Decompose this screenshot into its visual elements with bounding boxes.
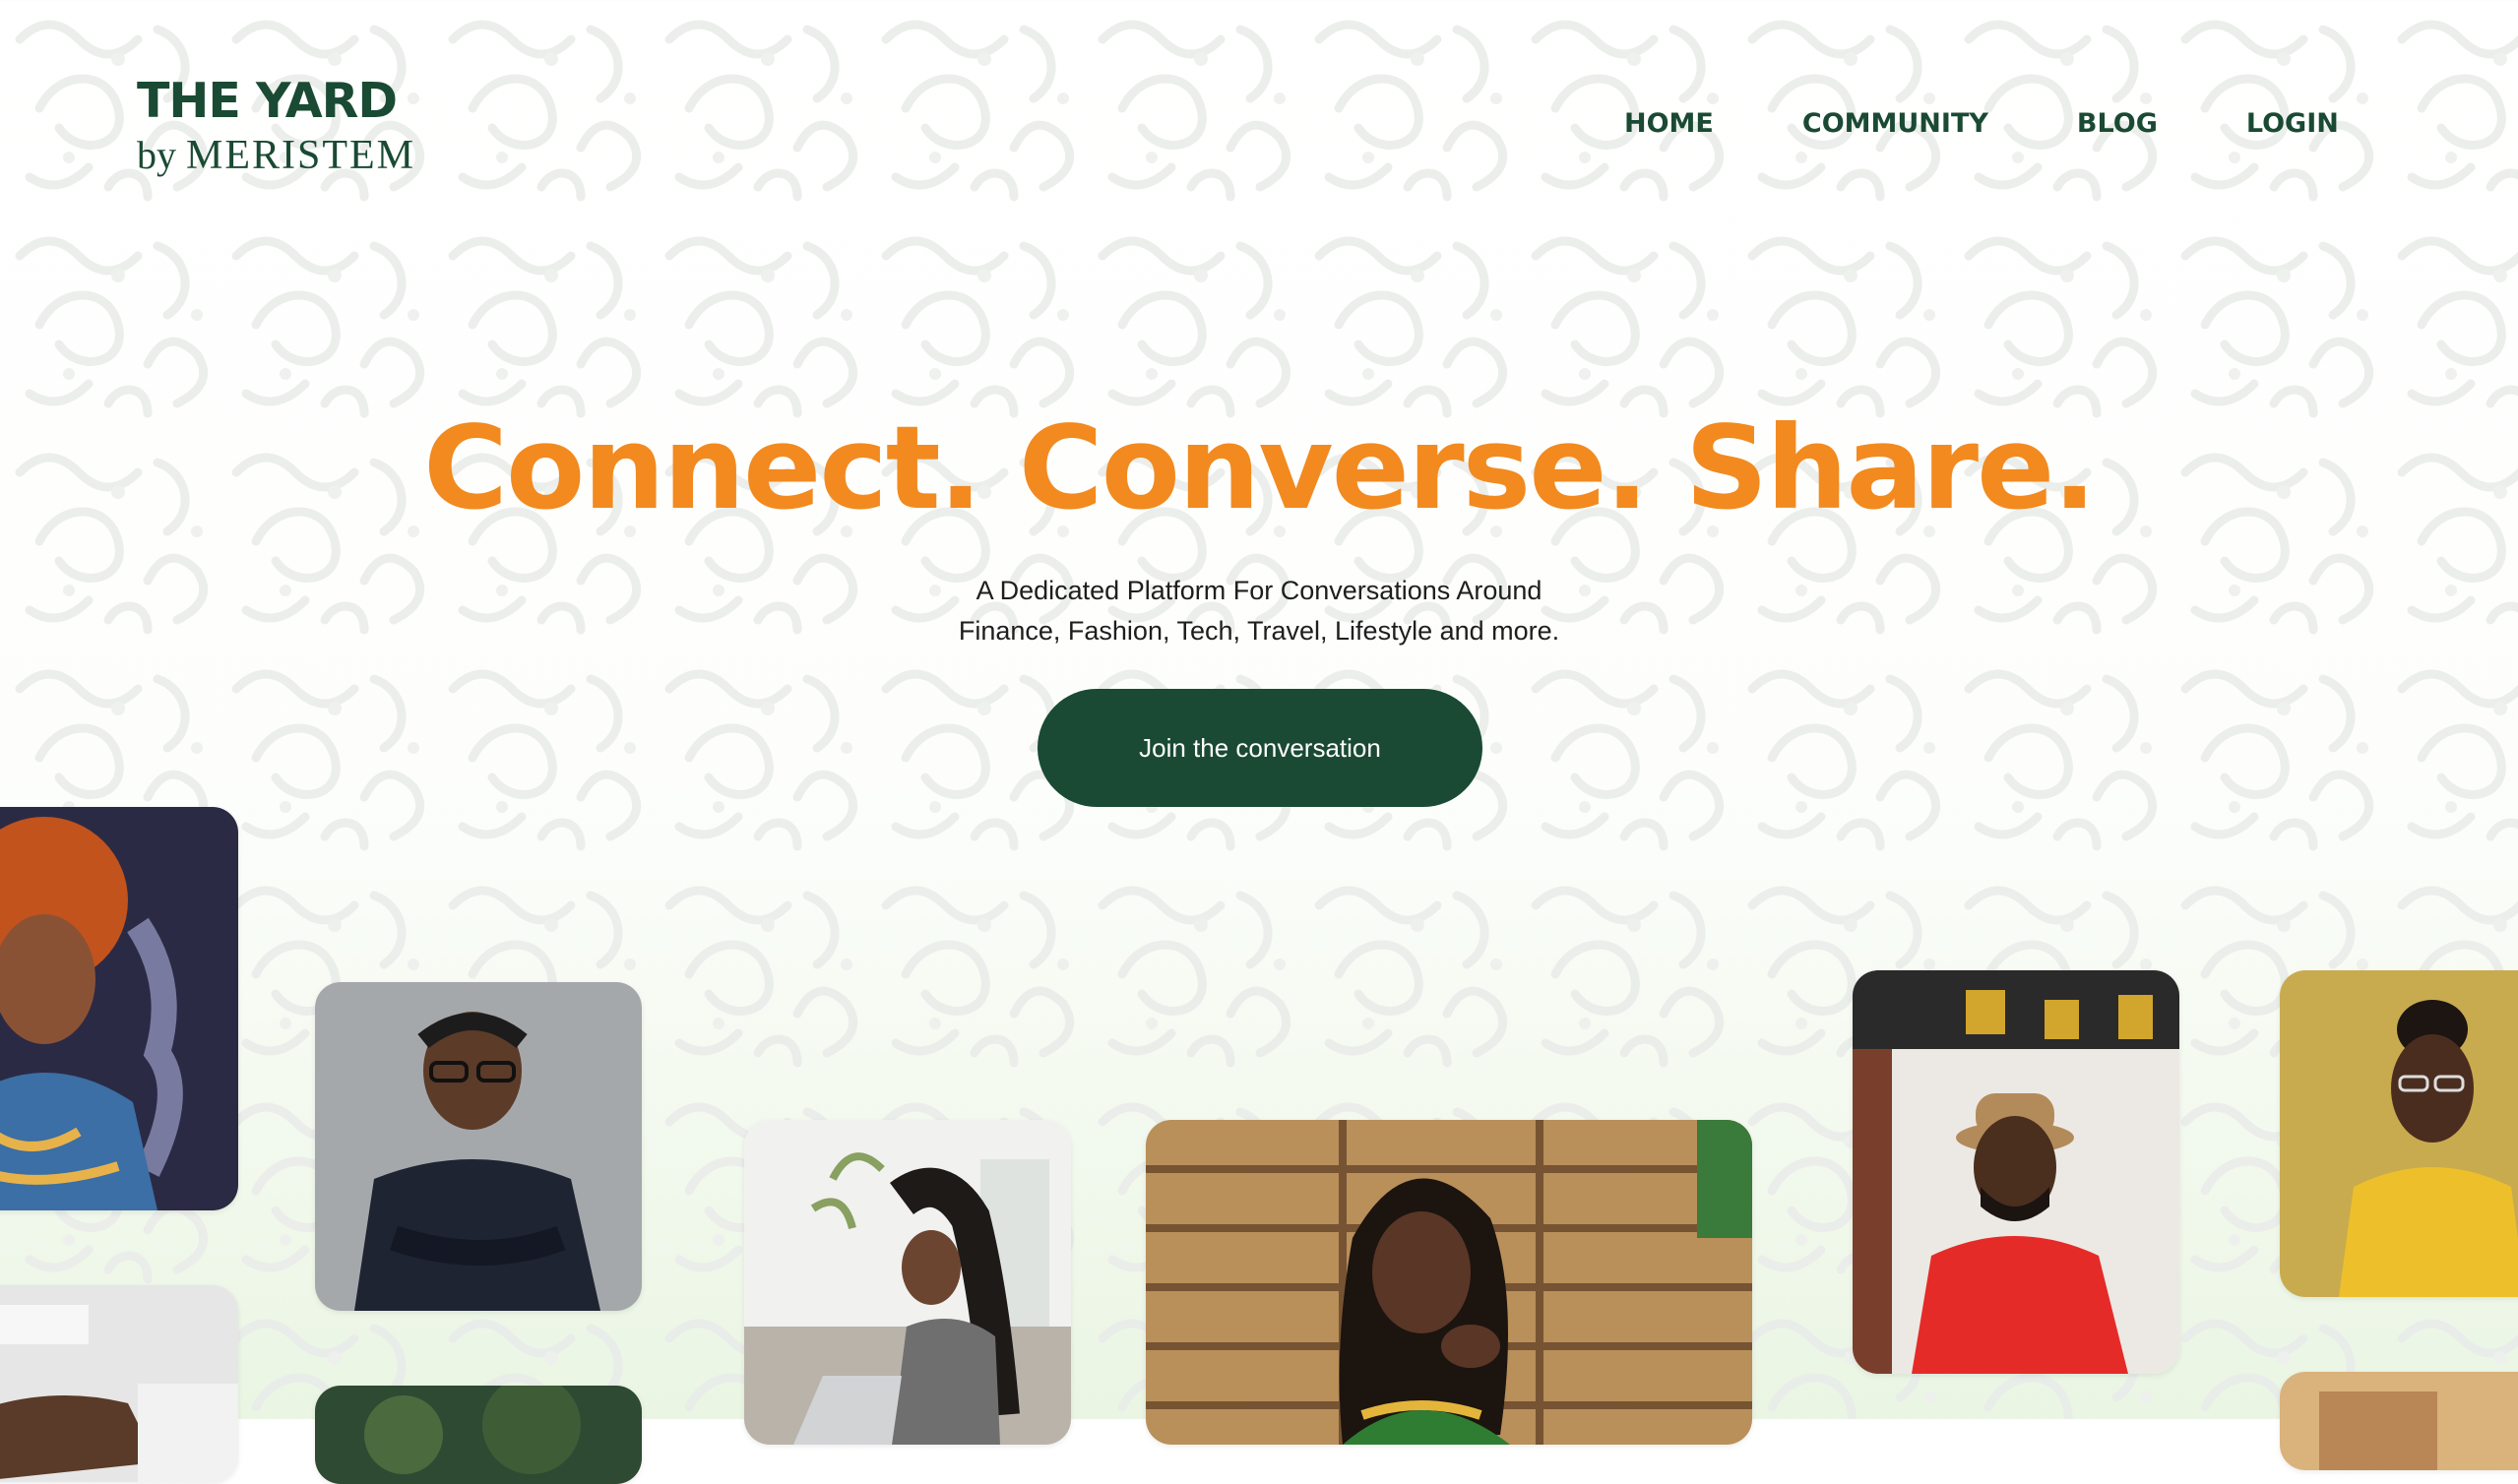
man-hat-red-shirt-photo bbox=[1853, 970, 2179, 1374]
nav-home[interactable]: HOME bbox=[1624, 108, 1714, 139]
hero-subtitle: A Dedicated Platform For Conversations A… bbox=[0, 571, 2518, 651]
woman-red-afro-photo bbox=[0, 807, 238, 1210]
main-nav: HOME COMMUNITY BLOG LOGIN bbox=[1624, 108, 2339, 139]
site-logo[interactable]: THE YARD by MERISTEM bbox=[137, 77, 415, 176]
plant-photo bbox=[315, 1386, 642, 1484]
nav-login[interactable]: LOGIN bbox=[2246, 108, 2339, 139]
hero-headline: Connect. Converse. Share. bbox=[423, 401, 2097, 535]
logo-title: THE YARD bbox=[137, 73, 398, 129]
woman-yellow-sweater-photo bbox=[2280, 970, 2518, 1297]
woman-laptop-sofa-photo bbox=[744, 1120, 1071, 1445]
hero-subtitle-line2: Finance, Fashion, Tech, Travel, Lifestyl… bbox=[958, 616, 1560, 646]
logo-by: by bbox=[137, 133, 176, 177]
woman-braids-smiling-photo bbox=[1146, 1120, 1752, 1445]
logo-brand-name: MERISTEM bbox=[186, 133, 416, 178]
hand-laptop-photo bbox=[0, 1285, 238, 1482]
man-glasses-crossed-arms-photo bbox=[315, 982, 642, 1311]
join-conversation-button[interactable]: Join the conversation bbox=[1038, 689, 1482, 807]
nav-community[interactable]: COMMUNITY bbox=[1802, 108, 1988, 139]
partial-photo bbox=[2280, 1372, 2518, 1470]
logo-subtitle: by MERISTEM bbox=[137, 135, 415, 176]
hero-subtitle-line1: A Dedicated Platform For Conversations A… bbox=[976, 576, 1542, 605]
nav-blog[interactable]: BLOG bbox=[2077, 108, 2158, 139]
